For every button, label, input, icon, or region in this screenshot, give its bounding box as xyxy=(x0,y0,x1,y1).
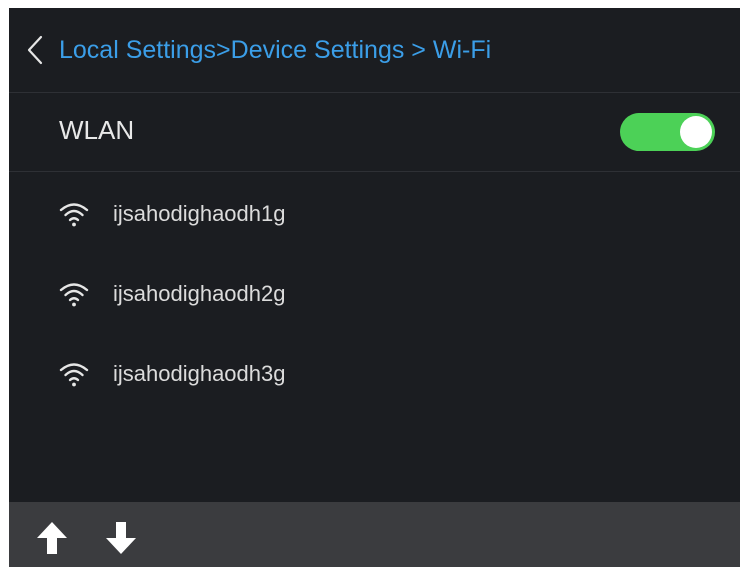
network-item-1[interactable]: ijsahodighaodh1g xyxy=(9,185,740,245)
network-ssid: ijsahodighaodh3g xyxy=(113,361,286,386)
network-item-2[interactable]: ijsahodighaodh2g xyxy=(9,265,740,325)
wlan-toggle[interactable] xyxy=(620,113,715,151)
wlan-label: WLAN xyxy=(59,115,135,145)
breadcrumb-wifi: Wi-Fi xyxy=(432,35,492,64)
breadcrumb: Local Settings > Device Settings > Wi-Fi xyxy=(59,32,491,68)
breadcrumb-separator: > xyxy=(404,35,433,64)
footer-bar xyxy=(9,502,740,567)
network-ssid: ijsahodighaodh1g xyxy=(113,201,286,226)
header: Local Settings > Device Settings > Wi-Fi xyxy=(9,8,740,93)
chevron-left-icon xyxy=(27,35,43,65)
network-ssid: ijsahodighaodh2g xyxy=(113,281,286,306)
breadcrumb-local-settings[interactable]: Local Settings xyxy=(59,36,216,65)
wifi-icon xyxy=(59,283,89,307)
breadcrumb-separator: > xyxy=(216,35,231,64)
arrow-up-icon xyxy=(37,522,67,554)
wlan-row: WLAN xyxy=(9,93,740,172)
wifi-icon xyxy=(59,363,89,387)
scroll-up-button[interactable] xyxy=(35,520,69,556)
scroll-down-button[interactable] xyxy=(104,520,138,556)
toggle-knob xyxy=(680,116,712,148)
back-button[interactable] xyxy=(23,34,47,66)
breadcrumb-device-settings[interactable]: Device Settings xyxy=(231,36,405,65)
arrow-down-icon xyxy=(106,522,136,554)
wifi-icon xyxy=(59,203,89,227)
network-item-3[interactable]: ijsahodighaodh3g xyxy=(9,345,740,405)
wifi-settings-screen: Local Settings > Device Settings > Wi-Fi… xyxy=(9,8,740,567)
